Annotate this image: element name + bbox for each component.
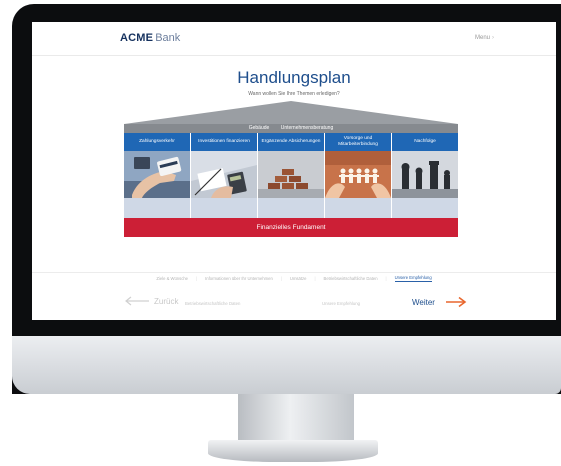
stacked-blocks-image	[258, 151, 324, 198]
page-title: Handlungsplan	[237, 68, 351, 87]
pillar-investments[interactable]: Investitionen finanzieren	[191, 133, 257, 218]
step-business-data[interactable]: Betriebswirtschaftliche Daten	[324, 276, 378, 281]
monitor-stand-neck	[238, 394, 354, 444]
logo-suffix: Bank	[155, 32, 181, 44]
logo-brand: ACME	[120, 32, 154, 44]
roof-item-consulting[interactable]: Unternehmensberatung	[281, 125, 334, 131]
page-subtitle: Wann wollen Sie Ihre Themen erledigen?	[248, 91, 340, 97]
pillar-insurance[interactable]: Ergänzende Absicherungen	[258, 133, 324, 218]
menu-button[interactable]: Menu ›	[475, 35, 494, 41]
roof-shape	[124, 101, 458, 124]
pillar-label: Investitionen finanzieren	[191, 133, 257, 151]
next-hint: Unsere Empfehlung	[322, 301, 360, 306]
app-screen: ACME Bank Menu › Handlungsplan Wann wollen…	[32, 22, 556, 320]
pillar-payments[interactable]: Zahlungsverkehr	[124, 133, 190, 218]
back-hint: Betriebswirtschaftliche Daten	[185, 301, 241, 306]
next-button[interactable]: Weiter	[412, 296, 467, 308]
next-label: Weiter	[412, 297, 435, 307]
step-goals[interactable]: Ziele & Wünsche	[156, 276, 188, 281]
step-divider: |	[385, 276, 387, 281]
top-bar: ACME Bank Menu ›	[32, 22, 556, 56]
desk-with-calculator-image	[191, 151, 257, 198]
back-label: Zurück	[154, 296, 179, 306]
step-divider: |	[280, 276, 282, 281]
step-company-info[interactable]: Informationen über Ihr Unternehmen	[205, 276, 273, 281]
pillar-label: Zahlungsverkehr	[124, 133, 190, 151]
bank-logo[interactable]: ACME Bank	[120, 32, 180, 44]
roof-item-buildings[interactable]: Gebäude	[249, 125, 270, 131]
chevron-right-icon: ›	[492, 35, 494, 41]
arrow-right-icon	[445, 296, 467, 308]
pillar-label: Nachfolge	[392, 133, 458, 151]
step-divider: |	[195, 276, 198, 281]
plan-house: Gebäude Unternehmensberatung Zahlungsver…	[124, 100, 458, 250]
pillar-label: Vorsorge und Mitarbeiterbindung	[325, 133, 391, 151]
step-revenue[interactable]: Umsätze	[290, 276, 307, 281]
pillar-pension[interactable]: Vorsorge und Mitarbeiterbindung	[325, 133, 391, 218]
pillar-label: Ergänzende Absicherungen	[258, 133, 324, 151]
chess-pieces-image	[392, 151, 458, 198]
paper-people-chain-image	[325, 151, 391, 198]
hand-with-payment-card-image	[124, 151, 190, 198]
progress-steps: Ziele & Wünsche | Informationen über Ihr…	[32, 272, 556, 284]
arrow-left-icon	[125, 296, 149, 306]
financial-foundation-bar[interactable]: Finanzielles Fundament	[124, 218, 458, 237]
step-recommendation[interactable]: Unsere Empfehlung	[394, 275, 432, 282]
back-button[interactable]: Zurück	[124, 296, 178, 306]
monitor-chin	[12, 336, 561, 394]
roof-beam: Gebäude Unternehmensberatung	[124, 124, 458, 133]
monitor-stand-base	[208, 440, 378, 462]
step-divider: |	[314, 276, 316, 281]
pillar-succession[interactable]: Nachfolge	[392, 133, 458, 218]
menu-label: Menu	[474, 35, 490, 41]
bottom-navigation: Zurück Betriebswirtschaftliche Daten Uns…	[32, 290, 556, 316]
pillar-row: Zahlungsverkehr Investitionen finanziere…	[124, 133, 458, 218]
